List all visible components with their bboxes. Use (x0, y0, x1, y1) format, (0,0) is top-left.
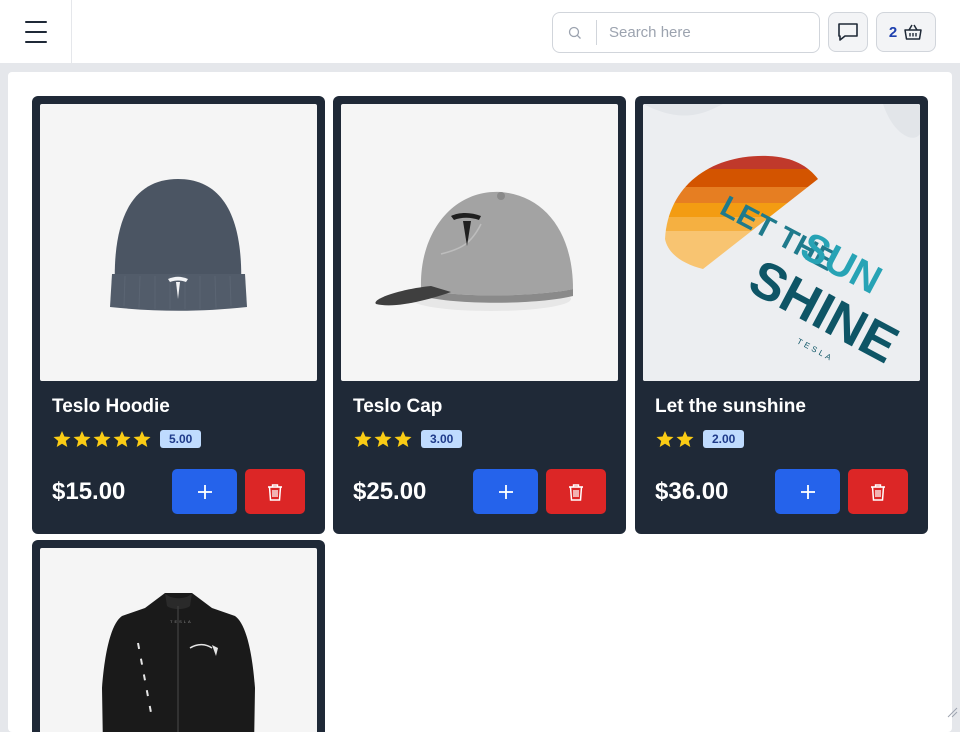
product-grid: Teslo Hoodie 5.00 $15.00 (8, 72, 952, 732)
star-icon (393, 430, 413, 448)
product-title: Teslo Cap (353, 396, 618, 418)
top-header: 2 (0, 0, 960, 64)
search-icon (553, 20, 597, 45)
product-image-sunshine-shirt[interactable]: LET THE SUN SHINE TESLA (643, 104, 920, 381)
star-icon (675, 430, 695, 448)
rating-badge: 3.00 (421, 430, 462, 448)
trash-icon (568, 483, 584, 501)
product-title: Teslo Hoodie (52, 396, 317, 418)
product-card: LET THE SUN SHINE TESLA Let the sunshine… (635, 96, 928, 534)
plus-icon (799, 483, 817, 501)
star-icon (655, 430, 675, 448)
product-rating: 2.00 (655, 429, 920, 449)
cart-count: 2 (889, 24, 897, 41)
card-footer: $15.00 (52, 469, 317, 514)
card-footer: $25.00 (353, 469, 618, 514)
product-price: $15.00 (52, 478, 172, 506)
plus-icon (497, 483, 515, 501)
product-rating: 5.00 (52, 429, 317, 449)
rating-badge: 5.00 (160, 430, 201, 448)
star-icon (353, 430, 373, 448)
product-card: Teslo Hoodie 5.00 $15.00 (32, 96, 325, 534)
rating-badge: 2.00 (703, 430, 744, 448)
product-title: Let the sunshine (655, 396, 920, 418)
chat-button[interactable] (828, 12, 868, 52)
delete-product-button[interactable] (848, 469, 908, 514)
star-icon (72, 430, 92, 448)
star-icon (132, 430, 152, 448)
product-card: TESLA (32, 540, 325, 732)
resize-handle-icon[interactable] (946, 706, 958, 718)
search-input[interactable] (597, 24, 807, 41)
menu-line (25, 41, 47, 43)
trash-icon (870, 483, 886, 501)
add-to-cart-button[interactable] (172, 469, 237, 514)
star-icon (112, 430, 132, 448)
add-to-cart-button[interactable] (775, 469, 840, 514)
menu-line (25, 21, 47, 23)
menu-line (25, 31, 47, 33)
chat-icon (836, 21, 860, 43)
star-icon (92, 430, 112, 448)
product-price: $25.00 (353, 478, 473, 506)
star-icon (52, 430, 72, 448)
add-to-cart-button[interactable] (473, 469, 538, 514)
hamburger-menu-button[interactable] (0, 0, 72, 64)
delete-product-button[interactable] (245, 469, 305, 514)
product-image-cap[interactable] (341, 104, 618, 381)
product-price: $36.00 (655, 478, 775, 506)
product-card: Teslo Cap 3.00 $25.00 (333, 96, 626, 534)
product-image-jacket[interactable]: TESLA (40, 548, 317, 732)
delete-product-button[interactable] (546, 469, 606, 514)
basket-icon (903, 22, 923, 42)
trash-icon (267, 483, 283, 501)
plus-icon (196, 483, 214, 501)
search-box (552, 12, 820, 53)
star-icon (373, 430, 393, 448)
product-rating: 3.00 (353, 429, 618, 449)
card-footer: $36.00 (655, 469, 920, 514)
cart-button[interactable]: 2 (876, 12, 936, 52)
svg-text:TESLA: TESLA (170, 619, 193, 624)
product-image-beanie[interactable] (40, 104, 317, 381)
